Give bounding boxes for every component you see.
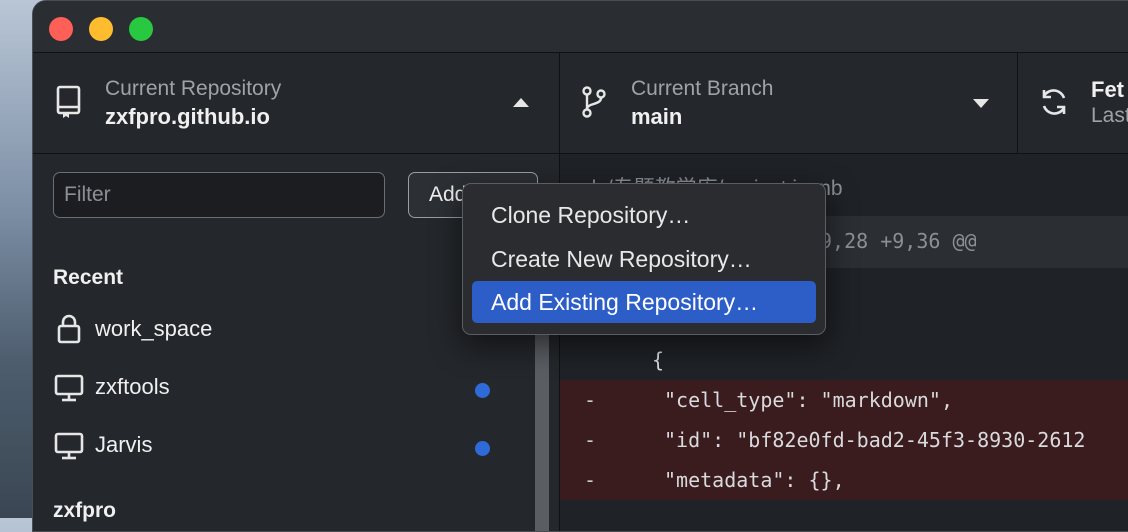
fetch-origin-button[interactable]: Fet Last [1018,53,1128,153]
add-existing-repository-menu-item[interactable]: Add Existing Repository… [472,281,816,323]
filter-input[interactable] [53,172,385,218]
toolbar: Current Repository zxfpro.github.io Curr… [33,53,1128,154]
repo-icon [56,85,81,118]
current-branch-label: Current Branch [631,77,774,100]
repo-name: zxftools [95,374,170,399]
chevron-up-icon [513,98,529,107]
repo-name: Jarvis [95,432,153,457]
current-repository-label: Current Repository [105,77,282,100]
clone-repository-menu-item[interactable]: Clone Repository… [472,194,816,236]
current-repository-button[interactable]: Current Repository zxfpro.github.io [33,53,560,153]
add-repository-menu: Clone Repository… Create New Repository…… [462,183,826,335]
repo-name: work_space [95,316,213,341]
lock-icon [57,314,81,344]
close-window-button[interactable] [49,17,73,41]
deleted-code-line: - "id": "bf82e0fd-bad2-45f3-8930-2612 [560,420,1128,460]
changes-indicator-dot [475,441,490,456]
computer-icon [54,432,84,460]
code-line: { [652,348,665,372]
list-item[interactable]: zxftools [33,363,543,413]
create-new-repository-menu-item[interactable]: Create New Repository… [472,238,816,280]
current-branch-button[interactable]: Current Branch main [560,53,1018,153]
title-bar [33,1,1128,53]
fetch-label: Fet [1091,77,1124,102]
current-repository-name: zxfpro.github.io [105,104,270,129]
sync-icon [1042,89,1066,115]
recent-section-title: Recent [53,266,124,289]
group-section-title: zxfpro [53,499,116,522]
branch-icon [582,86,606,118]
deleted-code-line: - "cell_type": "markdown", [560,380,1128,420]
changes-indicator-dot [475,383,490,398]
current-branch-name: main [631,104,683,129]
chevron-down-icon [973,99,989,108]
zoom-window-button[interactable] [129,17,153,41]
hunk-range: 9,28 +9,36 @@ [820,229,977,253]
fetch-sub-label: Last [1091,104,1128,127]
minimize-window-button[interactable] [89,17,113,41]
sidebar-scrollbar[interactable] [535,329,549,531]
deleted-code-line: - "metadata": {}, [560,460,1128,500]
computer-icon [54,374,84,402]
list-item[interactable]: Jarvis [33,421,543,471]
